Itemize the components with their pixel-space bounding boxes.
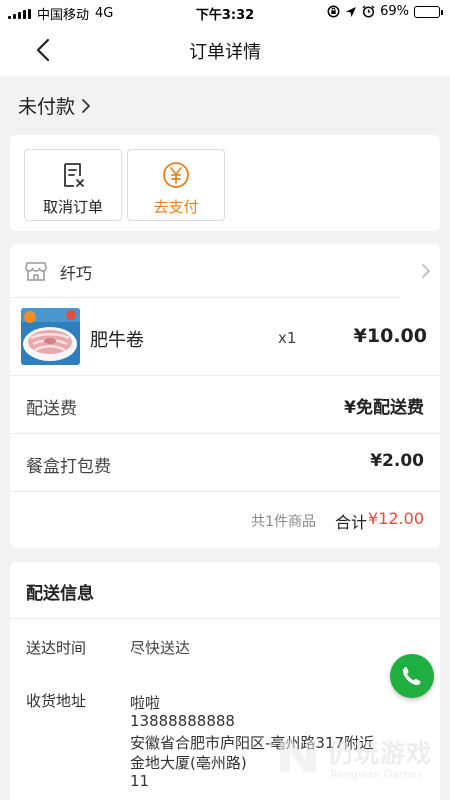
- shop-row[interactable]: 纤巧: [10, 244, 400, 298]
- chevron-right-icon: [82, 98, 90, 113]
- page-title: 订单详情: [189, 42, 261, 63]
- battery-percent: 69%: [380, 4, 409, 19]
- location-icon: [346, 6, 357, 17]
- chevron-right-icon[interactable]: [420, 263, 432, 279]
- cancel-order-icon: [64, 163, 84, 187]
- fee-row-delivery: 配送费 ¥免配送费: [10, 376, 440, 434]
- item-name: 肥牛卷: [90, 330, 144, 351]
- fee-label: 餐盒打包费: [26, 457, 111, 477]
- order-item-row: 肥牛卷 x1 ¥10.00: [10, 300, 440, 376]
- item-thumbnail: [21, 308, 80, 365]
- fee-label: 配送费: [26, 399, 77, 419]
- battery-icon: [414, 5, 443, 18]
- address-street: 安徽省合肥市庐阳区-亳州路317附近: [130, 734, 375, 752]
- address-phone: 13888888888: [130, 712, 235, 730]
- status-icons: 69%: [327, 4, 443, 19]
- alarm-icon: [362, 5, 375, 18]
- phone-icon: [403, 667, 421, 685]
- chevron-left-icon[interactable]: [30, 36, 58, 64]
- delivery-time-label: 送达时间: [26, 639, 87, 657]
- address-unit: 11: [130, 772, 150, 790]
- section-title: 配送信息: [26, 584, 94, 604]
- pay-button[interactable]: 去支付: [127, 149, 225, 221]
- cancel-order-button[interactable]: 取消订单: [24, 149, 122, 221]
- actions-card: 取消订单 去支付: [10, 135, 440, 231]
- item-price: ¥10.00: [353, 325, 427, 347]
- fee-row-packaging: 餐盒打包费 ¥2.00: [10, 434, 440, 492]
- divider: [10, 618, 440, 619]
- order-total-row: 共1件商品 合计 ¥12.00: [10, 492, 440, 548]
- address-label: 收货地址: [26, 692, 87, 710]
- fee-value: ¥免配送费: [344, 398, 424, 418]
- screen-lock-icon: [327, 5, 340, 18]
- total-label: 合计: [334, 513, 367, 532]
- yen-circle-icon: [163, 162, 189, 188]
- shop-name: 纤巧: [60, 264, 93, 283]
- order-card: 纤巧 肥牛卷 x1 ¥10.00 配送费 ¥免配送费 餐盒打包费 ¥2.00 共…: [10, 244, 440, 548]
- item-count: 共1件商品: [251, 514, 316, 530]
- total-value: ¥12.00: [368, 509, 424, 528]
- item-quantity: x1: [278, 329, 297, 347]
- address-building: 金地大厦(亳州路): [130, 754, 247, 772]
- status-bar: 中国移动 4G 下午3:32 69%: [0, 0, 450, 24]
- address-name: 啦啦: [130, 694, 161, 712]
- shop-icon: [25, 262, 47, 281]
- delivery-card: 配送信息 送达时间 尽快送达 收货地址 啦啦 13888888888 安徽省合肥…: [10, 562, 440, 800]
- order-status[interactable]: 未付款: [18, 92, 91, 119]
- cancel-order-label: 取消订单: [42, 198, 103, 216]
- fee-value: ¥2.00: [370, 451, 424, 471]
- call-button[interactable]: [390, 654, 434, 698]
- nav-bar: 订单详情: [0, 24, 450, 76]
- pay-label: 去支付: [153, 198, 199, 216]
- delivery-time-value: 尽快送达: [130, 639, 191, 657]
- order-status-label: 未付款: [18, 96, 76, 118]
